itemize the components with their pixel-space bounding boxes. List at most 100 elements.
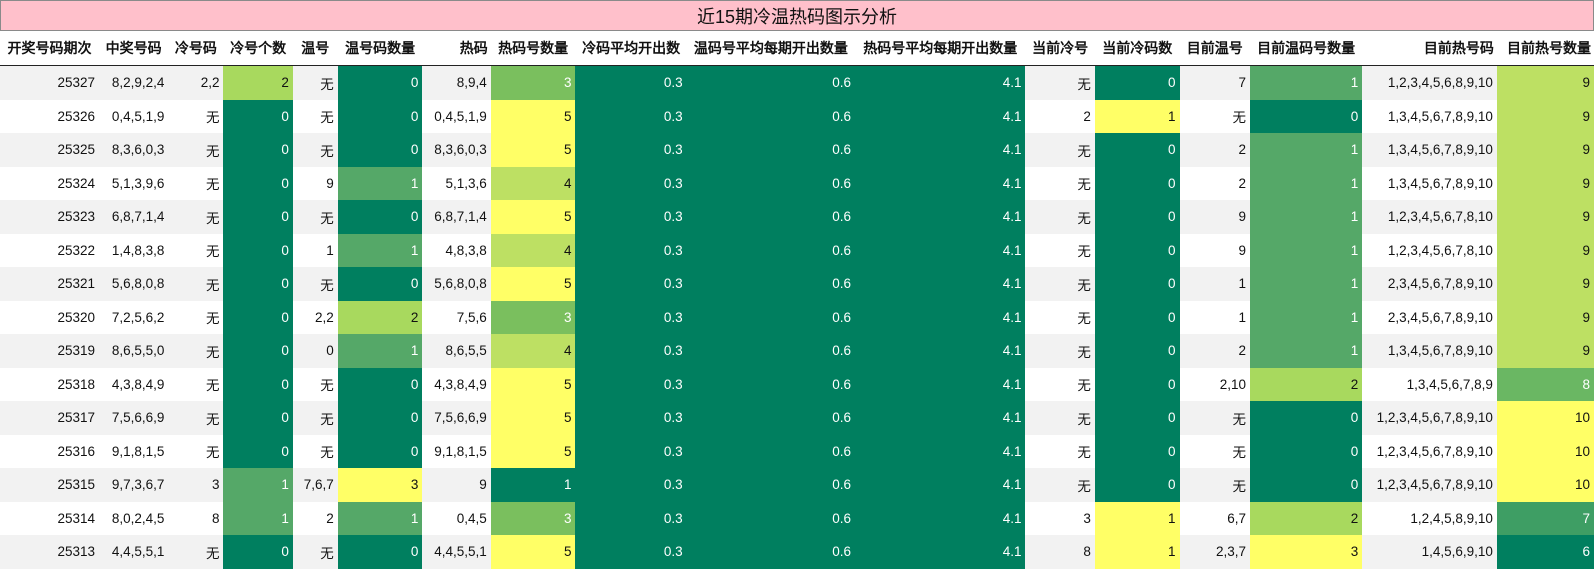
table-cell: 0 [337, 133, 423, 167]
table-cell: 0 [1094, 300, 1180, 334]
table-cell: 0,4,5,1,9 [422, 99, 491, 133]
table-cell: 无 [292, 535, 338, 569]
table-cell: 25322 [0, 233, 99, 267]
table-cell: 0 [1094, 468, 1180, 502]
table-cell: 25318 [0, 367, 99, 401]
header-cell: 温号 [292, 31, 338, 66]
table-cell: 4.1 [855, 535, 1026, 569]
table-cell: 无 [168, 99, 224, 133]
table-cell: 2 [223, 65, 293, 100]
table-cell: 4.1 [855, 267, 1026, 301]
table-cell: 9 [1496, 267, 1594, 301]
table-cell: 4,3,8,4,9 [98, 367, 169, 401]
table-cell: 8,2,9,2,4 [98, 65, 169, 100]
table-cell: 0.3 [575, 166, 687, 200]
table-cell: 4.1 [855, 334, 1026, 368]
table-cell: 25316 [0, 434, 99, 468]
table-cell: 0,4,5,1,9 [98, 99, 169, 133]
table-cell: 0 [223, 401, 293, 435]
table-cell: 1 [223, 468, 293, 502]
table-cell: 0 [223, 166, 293, 200]
table-cell: 9 [1496, 65, 1594, 100]
table-cell: 无 [292, 200, 338, 234]
table-cell: 无 [168, 200, 224, 234]
chart-title: 近15期冷温热码图示分析 [0, 0, 1594, 31]
table-cell: 4 [490, 166, 576, 200]
header-cell: 当前冷码数 [1094, 31, 1180, 66]
table-body: 25327 8,2,9,2,4 2,2 2 无 0 8,9,4 3 0.3 0.6 4.1 无 0 7 1 1… [0, 65, 1594, 569]
table-cell: 4,8,3,8 [422, 233, 491, 267]
table-cell: 1 [1179, 300, 1250, 334]
table-cell: 0 [223, 99, 293, 133]
table-cell: 0.3 [575, 200, 687, 234]
table-cell: 0 [223, 133, 293, 167]
table-row: 25320 7,2,5,6,2 无 0 2,2 2 7,5,6 3 0.3 0.6 4.1 无 0 1 1 2… [0, 300, 1594, 334]
table-cell: 0 [223, 267, 293, 301]
table-cell: 0.3 [575, 501, 687, 535]
table-cell: 无 [292, 401, 338, 435]
table-cell: 3 [337, 468, 423, 502]
table-cell: 无 [168, 166, 224, 200]
header-cell: 目前热号码 [1362, 31, 1497, 66]
table-cell: 25314 [0, 501, 99, 535]
table-row: 25319 8,6,5,5,0 无 0 0 1 8,6,5,5 4 0.3 0.6 4.1 无 0 2 1 1… [0, 334, 1594, 368]
table-cell: 1 [292, 233, 338, 267]
table-cell: 无 [1025, 468, 1095, 502]
table-cell: 1 [1094, 99, 1180, 133]
table-cell: 2,3,7 [1179, 535, 1250, 569]
table-cell: 9,1,8,1,5 [422, 434, 491, 468]
table-row: 25314 8,0,2,4,5 8 1 2 1 0,4,5 3 0.3 0.6 4.1 3 1 6,7 2 1… [0, 501, 1594, 535]
header-cell: 热码号数量 [490, 31, 576, 66]
table-cell: 9,7,3,6,7 [98, 468, 169, 502]
header-cell: 热码 [422, 31, 491, 66]
table-cell: 8 [1496, 367, 1594, 401]
table-cell: 无 [292, 367, 338, 401]
analysis-table: 开奖号码期次 中奖号码 冷号码 冷号个数 温号 温号码数量 热码 热码号数量 冷码平均开出数 温码… [0, 31, 1594, 569]
table-cell: 1 [1249, 65, 1363, 100]
table-cell: 4.1 [855, 501, 1026, 535]
table-cell: 0 [1094, 65, 1180, 100]
table-cell: 0 [223, 233, 293, 267]
table-cell: 0 [337, 65, 423, 100]
table-cell: 4 [490, 233, 576, 267]
table-cell: 无 [1025, 133, 1095, 167]
table-cell: 7,5,6 [422, 300, 491, 334]
table-cell: 1 [223, 501, 293, 535]
table-cell: 0.6 [686, 133, 856, 167]
table-cell: 2 [1179, 166, 1250, 200]
table-cell: 7,6,7 [292, 468, 338, 502]
table-cell: 1 [1249, 166, 1363, 200]
header-cell: 中奖号码 [98, 31, 169, 66]
table-cell: 4,3,8,4,9 [422, 367, 491, 401]
table-cell: 4.1 [855, 468, 1026, 502]
table-cell: 25325 [0, 133, 99, 167]
table-cell: 8 [1025, 535, 1095, 569]
table-cell: 9 [1496, 133, 1594, 167]
table-cell: 5 [490, 401, 576, 435]
table-cell: 无 [168, 300, 224, 334]
table-cell: 无 [292, 133, 338, 167]
table-cell: 4.1 [855, 99, 1026, 133]
table-row: 25318 4,3,8,4,9 无 0 无 0 4,3,8,4,9 5 0.3 0.6 4.1 无 0 2… [0, 367, 1594, 401]
table-cell: 无 [1025, 267, 1095, 301]
table-cell: 25315 [0, 468, 99, 502]
table-cell: 9 [292, 166, 338, 200]
table-row: 25324 5,1,3,9,6 无 0 9 1 5,1,3,6 4 0.3 0.6 4.1 无 0 2 1 1… [0, 166, 1594, 200]
table-cell: 3 [490, 501, 576, 535]
table-cell: 7,2,5,6,2 [98, 300, 169, 334]
table-cell: 无 [168, 535, 224, 569]
table-cell: 无 [168, 233, 224, 267]
table-cell: 4.1 [855, 65, 1026, 100]
table-cell: 无 [1025, 300, 1095, 334]
table-cell: 无 [1179, 401, 1250, 435]
table-cell: 1 [1249, 200, 1363, 234]
table-cell: 无 [292, 99, 338, 133]
table-cell: 2,3,4,5,6,7,8,9,10 [1362, 267, 1497, 301]
table-cell: 2 [292, 501, 338, 535]
table-row: 25325 8,3,6,0,3 无 0 无 0 8,3,6,0,3 5 0.3 0.6 4.1 无 0 2… [0, 133, 1594, 167]
table-cell: 0 [223, 300, 293, 334]
table-cell: 无 [1025, 200, 1095, 234]
table-cell: 5 [490, 434, 576, 468]
header-cell: 冷号个数 [223, 31, 293, 66]
table-cell: 6,7 [1179, 501, 1250, 535]
